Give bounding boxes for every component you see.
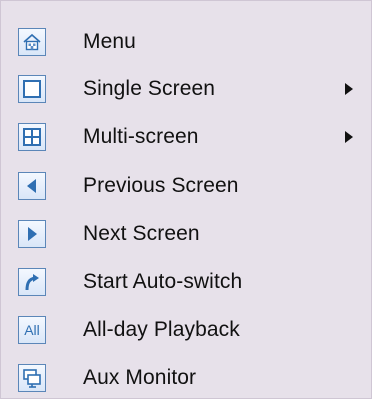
menu-item-label: All-day Playback bbox=[83, 318, 240, 341]
menu-item-multi-screen[interactable]: Multi-screen bbox=[1, 114, 371, 160]
auto-switch-icon bbox=[18, 268, 46, 296]
menu-item-label: Aux Monitor bbox=[83, 366, 197, 389]
previous-arrow-icon bbox=[18, 172, 46, 200]
all-day-playback-icon-text: All bbox=[24, 322, 40, 338]
submenu-arrow-icon bbox=[345, 83, 353, 95]
menu-item-label: Next Screen bbox=[83, 222, 200, 245]
menu-item-label: Multi-screen bbox=[83, 125, 199, 148]
menu-item-menu[interactable]: Menu bbox=[1, 19, 371, 65]
menu-item-aux-monitor[interactable]: Aux Monitor bbox=[1, 355, 371, 401]
menu-item-all-day-playback[interactable]: All All-day Playback bbox=[1, 307, 371, 353]
menu-item-single-screen[interactable]: Single Screen bbox=[1, 66, 371, 112]
home-icon bbox=[18, 28, 46, 56]
next-arrow-icon bbox=[18, 220, 46, 248]
all-day-playback-icon: All bbox=[18, 316, 46, 344]
menu-item-previous-screen[interactable]: Previous Screen bbox=[1, 163, 371, 209]
context-menu: Menu Single Screen Multi-screen Previous bbox=[0, 0, 372, 399]
menu-item-next-screen[interactable]: Next Screen bbox=[1, 211, 371, 257]
single-screen-icon bbox=[18, 75, 46, 103]
aux-monitor-icon bbox=[18, 364, 46, 392]
submenu-arrow-icon bbox=[345, 131, 353, 143]
menu-item-label: Menu bbox=[83, 30, 136, 53]
menu-item-start-auto-switch[interactable]: Start Auto-switch bbox=[1, 259, 371, 305]
multi-screen-icon bbox=[18, 123, 46, 151]
menu-item-label: Previous Screen bbox=[83, 174, 239, 197]
menu-item-label: Start Auto-switch bbox=[83, 270, 243, 293]
menu-item-label: Single Screen bbox=[83, 77, 216, 100]
